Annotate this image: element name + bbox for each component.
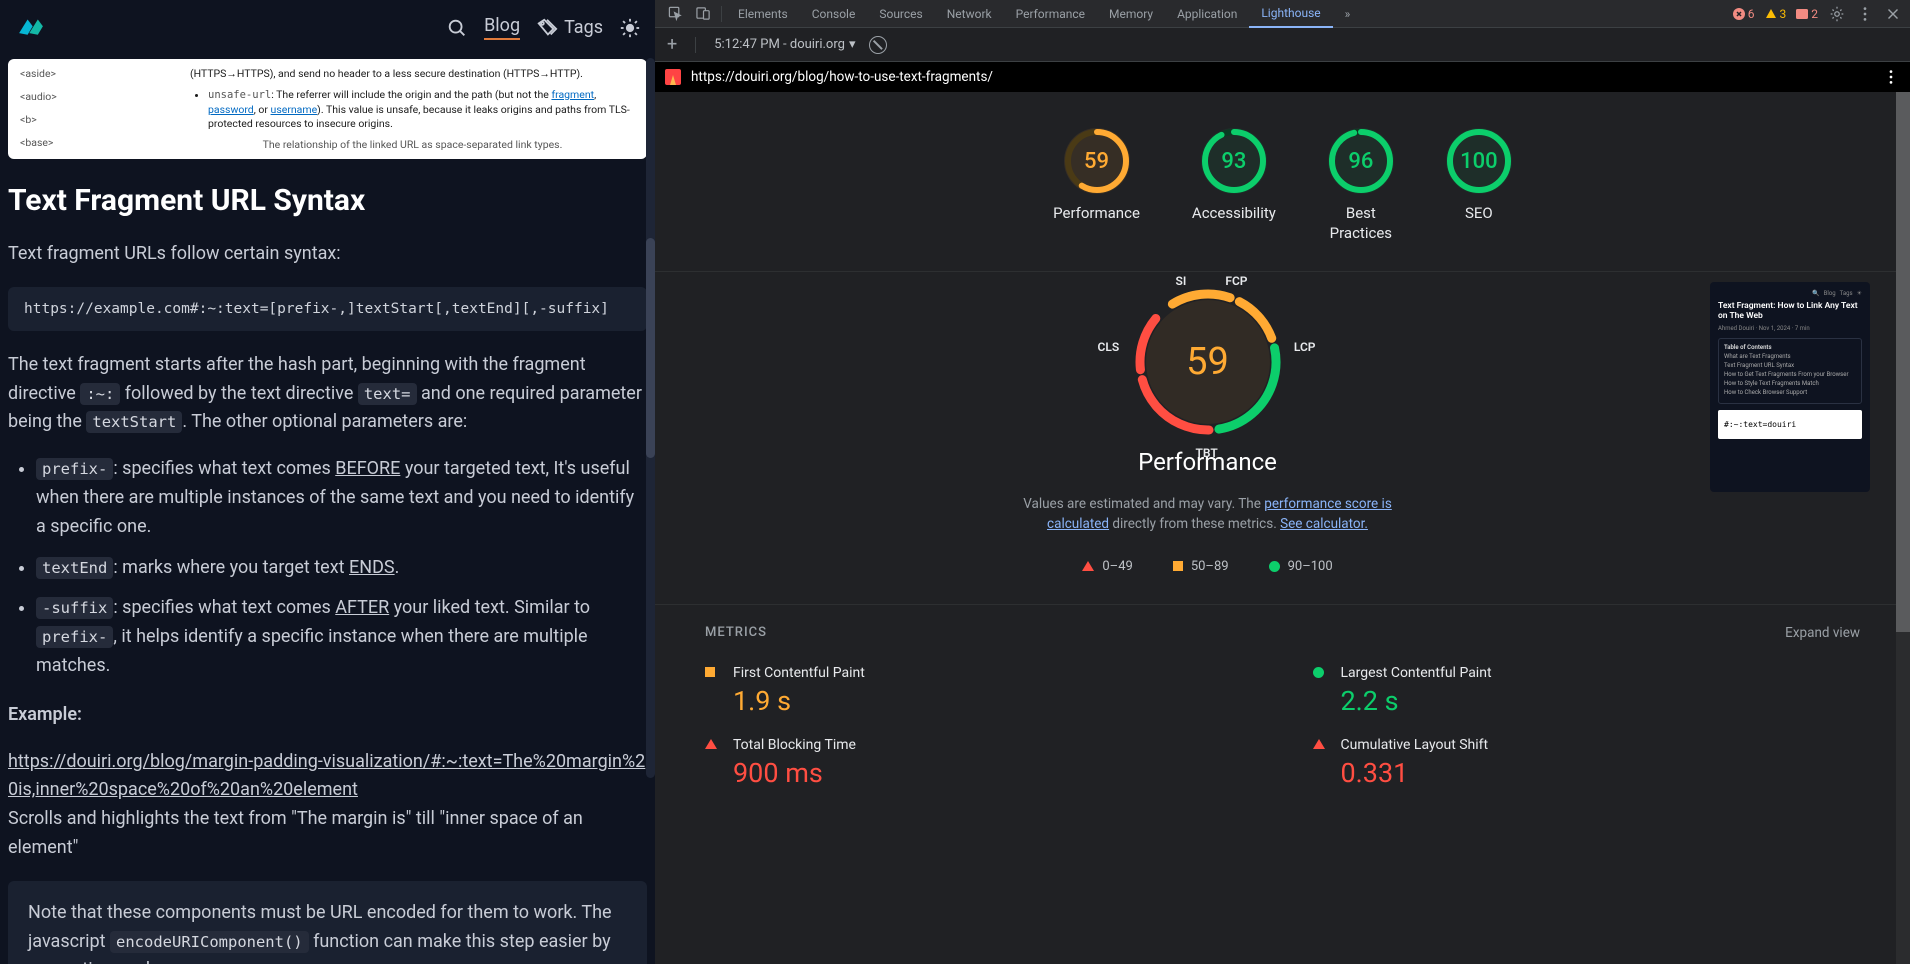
- scrollbar[interactable]: [1896, 92, 1910, 964]
- close-icon[interactable]: [1884, 5, 1902, 23]
- tab-elements[interactable]: Elements: [726, 0, 800, 28]
- after-link[interactable]: AFTER: [335, 597, 389, 618]
- metric-lcp: Largest Contentful Paint2.2 s: [1313, 665, 1861, 717]
- scrollbar-thumb[interactable]: [1896, 92, 1910, 632]
- gauge-performance[interactable]: 59 Performance: [1053, 128, 1140, 243]
- issues-count-badge[interactable]: 2: [1796, 7, 1818, 21]
- score-legend: 0–49 50–89 90–100: [1082, 559, 1332, 574]
- legend-avg-icon: [1173, 561, 1183, 571]
- theme-toggle-icon[interactable]: [619, 17, 641, 39]
- tab-console[interactable]: Console: [800, 0, 868, 28]
- syntax-code-block: https://example.com#:~:text=[prefix-,]te…: [8, 287, 647, 331]
- code-text-eq: text=: [358, 383, 417, 405]
- lighthouse-urlbar: https://douiri.org/blog/how-to-use-text-…: [655, 62, 1910, 92]
- chevron-down-icon: ▾: [849, 37, 856, 52]
- kebab-menu-icon[interactable]: [1856, 5, 1874, 23]
- section-heading: Text Fragment URL Syntax: [8, 183, 647, 218]
- legend-good-icon: [1269, 561, 1280, 572]
- calculator-link[interactable]: See calculator.: [1280, 516, 1368, 532]
- nav-tags[interactable]: Tags: [536, 17, 603, 39]
- device-toggle-icon[interactable]: [689, 0, 717, 28]
- nav-blog[interactable]: Blog: [484, 15, 520, 40]
- devtools-pane: Elements Console Sources Network Perform…: [655, 0, 1910, 964]
- list-item: prefix-: specifies what text comes BEFOR…: [36, 455, 647, 541]
- example-label: Example:: [8, 701, 647, 730]
- parameter-list: prefix-: specifies what text comes BEFOR…: [8, 455, 647, 681]
- gauge-best-practices[interactable]: 96 Best Practices: [1328, 128, 1394, 243]
- metrics-section: METRICS Expand view First Contentful Pai…: [655, 604, 1910, 809]
- gauge-seo[interactable]: 100 SEO: [1446, 128, 1512, 243]
- blog-header: Blog Tags: [0, 0, 655, 55]
- code-frag-directive: :~:: [80, 383, 120, 405]
- legend-poor-icon: [1082, 561, 1094, 571]
- inspect-icon[interactable]: [661, 0, 689, 28]
- scrollbar[interactable]: [646, 58, 655, 778]
- tab-more[interactable]: »: [1333, 0, 1363, 28]
- lighthouse-report: 59 Performance 93 Accessibility 96 Best …: [655, 92, 1910, 964]
- example-url-link[interactable]: https://douiri.org/blog/margin-padding-v…: [8, 751, 645, 801]
- tab-network[interactable]: Network: [935, 0, 1004, 28]
- tag-icon: [536, 17, 558, 39]
- search-icon[interactable]: [446, 17, 468, 39]
- site-logo[interactable]: [14, 11, 48, 45]
- report-selector[interactable]: 5:12:47 PM - douiri.org ▾: [714, 37, 855, 52]
- score-gauges: 59 Performance 93 Accessibility 96 Best …: [655, 92, 1910, 271]
- explanation-para: The text fragment starts after the hash …: [8, 351, 647, 437]
- intro-text: Text fragment URLs follow certain syntax…: [8, 240, 647, 269]
- tab-memory[interactable]: Memory: [1097, 0, 1165, 28]
- page-thumbnail: 🔍BlogTags☀ Text Fragment: How to Link An…: [1710, 282, 1870, 492]
- expand-view-button[interactable]: Expand view: [1785, 625, 1860, 641]
- settings-icon[interactable]: [1828, 5, 1846, 23]
- note-box: Note that these components must be URL e…: [8, 881, 647, 964]
- report-menu-icon[interactable]: [1882, 68, 1900, 86]
- warning-count-badge[interactable]: 3: [1765, 7, 1787, 21]
- metric-fcp: First Contentful Paint1.9 s: [705, 665, 1253, 717]
- tab-sources[interactable]: Sources: [867, 0, 934, 28]
- tab-performance[interactable]: Performance: [1004, 0, 1097, 28]
- performance-section: 59 SI FCP LCP TBT CLS Performance Values…: [655, 271, 1910, 604]
- report-url: https://douiri.org/blog/how-to-use-text-…: [691, 69, 993, 85]
- metrics-heading: METRICS: [705, 625, 767, 640]
- tab-lighthouse[interactable]: Lighthouse: [1249, 0, 1332, 28]
- before-link[interactable]: BEFORE: [335, 458, 400, 479]
- devtools-tabbar: Elements Console Sources Network Perform…: [655, 0, 1910, 28]
- clear-icon[interactable]: [869, 36, 887, 54]
- code-textstart: textStart: [86, 411, 182, 433]
- lighthouse-logo-icon: [665, 69, 681, 85]
- scrollbar-thumb[interactable]: [646, 238, 655, 458]
- list-item: -suffix: specifies what text comes AFTER…: [36, 594, 647, 680]
- performance-big-gauge: 59 SI FCP LCP TBT CLS: [1128, 282, 1288, 442]
- example-block: https://douiri.org/blog/margin-padding-v…: [8, 748, 647, 863]
- nav-tags-label: Tags: [564, 17, 603, 38]
- lighthouse-toolbar: + 5:12:47 PM - douiri.org ▾: [655, 28, 1910, 62]
- mdn-screenshot: <aside> <audio> <b> <base> <bdi> <bdo> (…: [8, 59, 647, 159]
- list-item: textEnd: marks where you target text END…: [36, 554, 647, 583]
- gauge-accessibility[interactable]: 93 Accessibility: [1192, 128, 1276, 243]
- new-report-button[interactable]: +: [667, 34, 677, 55]
- blog-page: Blog Tags <aside> <audio> <b> <base> <bd…: [0, 0, 655, 964]
- performance-description: Values are estimated and may vary. The p…: [1018, 494, 1398, 535]
- metric-cls: Cumulative Layout Shift0.331: [1313, 737, 1861, 789]
- ends-link[interactable]: ENDS: [349, 557, 395, 578]
- tab-application[interactable]: Application: [1165, 0, 1249, 28]
- error-count-badge[interactable]: 6: [1733, 7, 1755, 21]
- metric-tbt: Total Blocking Time900 ms: [705, 737, 1253, 789]
- blog-article: <aside> <audio> <b> <base> <bdi> <bdo> (…: [0, 55, 655, 964]
